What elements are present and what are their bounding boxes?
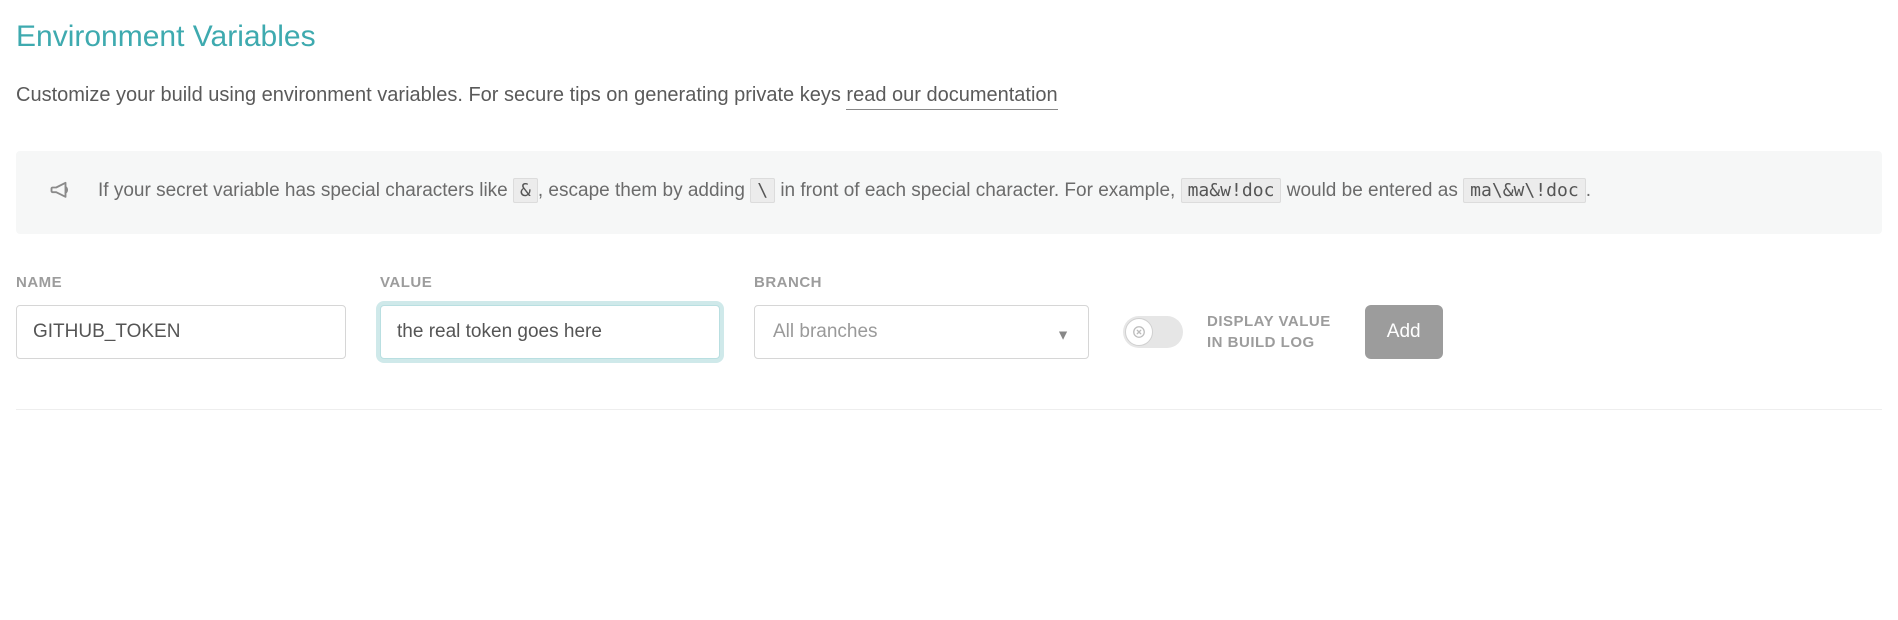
value-label: VALUE (380, 274, 720, 291)
escape-notice: If your secret variable has special char… (16, 151, 1882, 234)
add-button[interactable]: Add (1365, 305, 1443, 359)
display-value-toggle[interactable] (1123, 316, 1183, 348)
notice-part-5: . (1586, 180, 1591, 201)
notice-part-2: , escape them by adding (538, 180, 750, 201)
notice-code-amp: & (513, 178, 538, 203)
value-input[interactable] (380, 305, 720, 359)
section-subtitle: Customize your build using environment v… (16, 84, 1882, 107)
display-value-toggle-label: DISPLAY VALUE IN BUILD LOG (1207, 311, 1331, 353)
megaphone-icon (48, 177, 76, 210)
toggle-label-line-2: IN BUILD LOG (1207, 334, 1315, 351)
branch-selected-value: All branches (773, 321, 878, 343)
notice-text: If your secret variable has special char… (98, 175, 1591, 207)
notice-code-backslash: \ (750, 178, 775, 203)
display-value-toggle-group: DISPLAY VALUE IN BUILD LOG (1123, 305, 1331, 359)
name-label: NAME (16, 274, 346, 291)
chevron-down-icon: ▼ (1056, 327, 1070, 343)
notice-code-example-raw: ma&w!doc (1181, 178, 1282, 203)
name-input[interactable] (16, 305, 346, 359)
notice-part-3: in front of each special character. For … (775, 180, 1181, 201)
branch-label: BRANCH (754, 274, 1089, 291)
notice-part-1: If your secret variable has special char… (98, 180, 513, 201)
close-icon (1132, 325, 1146, 339)
branch-select[interactable]: All branches ▼ (754, 305, 1089, 359)
divider (16, 409, 1882, 410)
name-field-group: NAME (16, 274, 346, 359)
value-field-group: VALUE (380, 274, 720, 359)
branch-field-group: BRANCH All branches ▼ (754, 274, 1089, 359)
notice-code-example-escaped: ma\&w\!doc (1463, 178, 1586, 203)
toggle-knob (1125, 318, 1153, 346)
env-var-form-row: NAME VALUE BRANCH All branches ▼ DISPLAY… (16, 274, 1882, 359)
section-title: Environment Variables (16, 20, 1882, 54)
documentation-link[interactable]: read our documentation (846, 84, 1057, 110)
toggle-label-line-1: DISPLAY VALUE (1207, 313, 1331, 330)
notice-part-4: would be entered as (1281, 180, 1463, 201)
subtitle-text: Customize your build using environment v… (16, 84, 846, 106)
